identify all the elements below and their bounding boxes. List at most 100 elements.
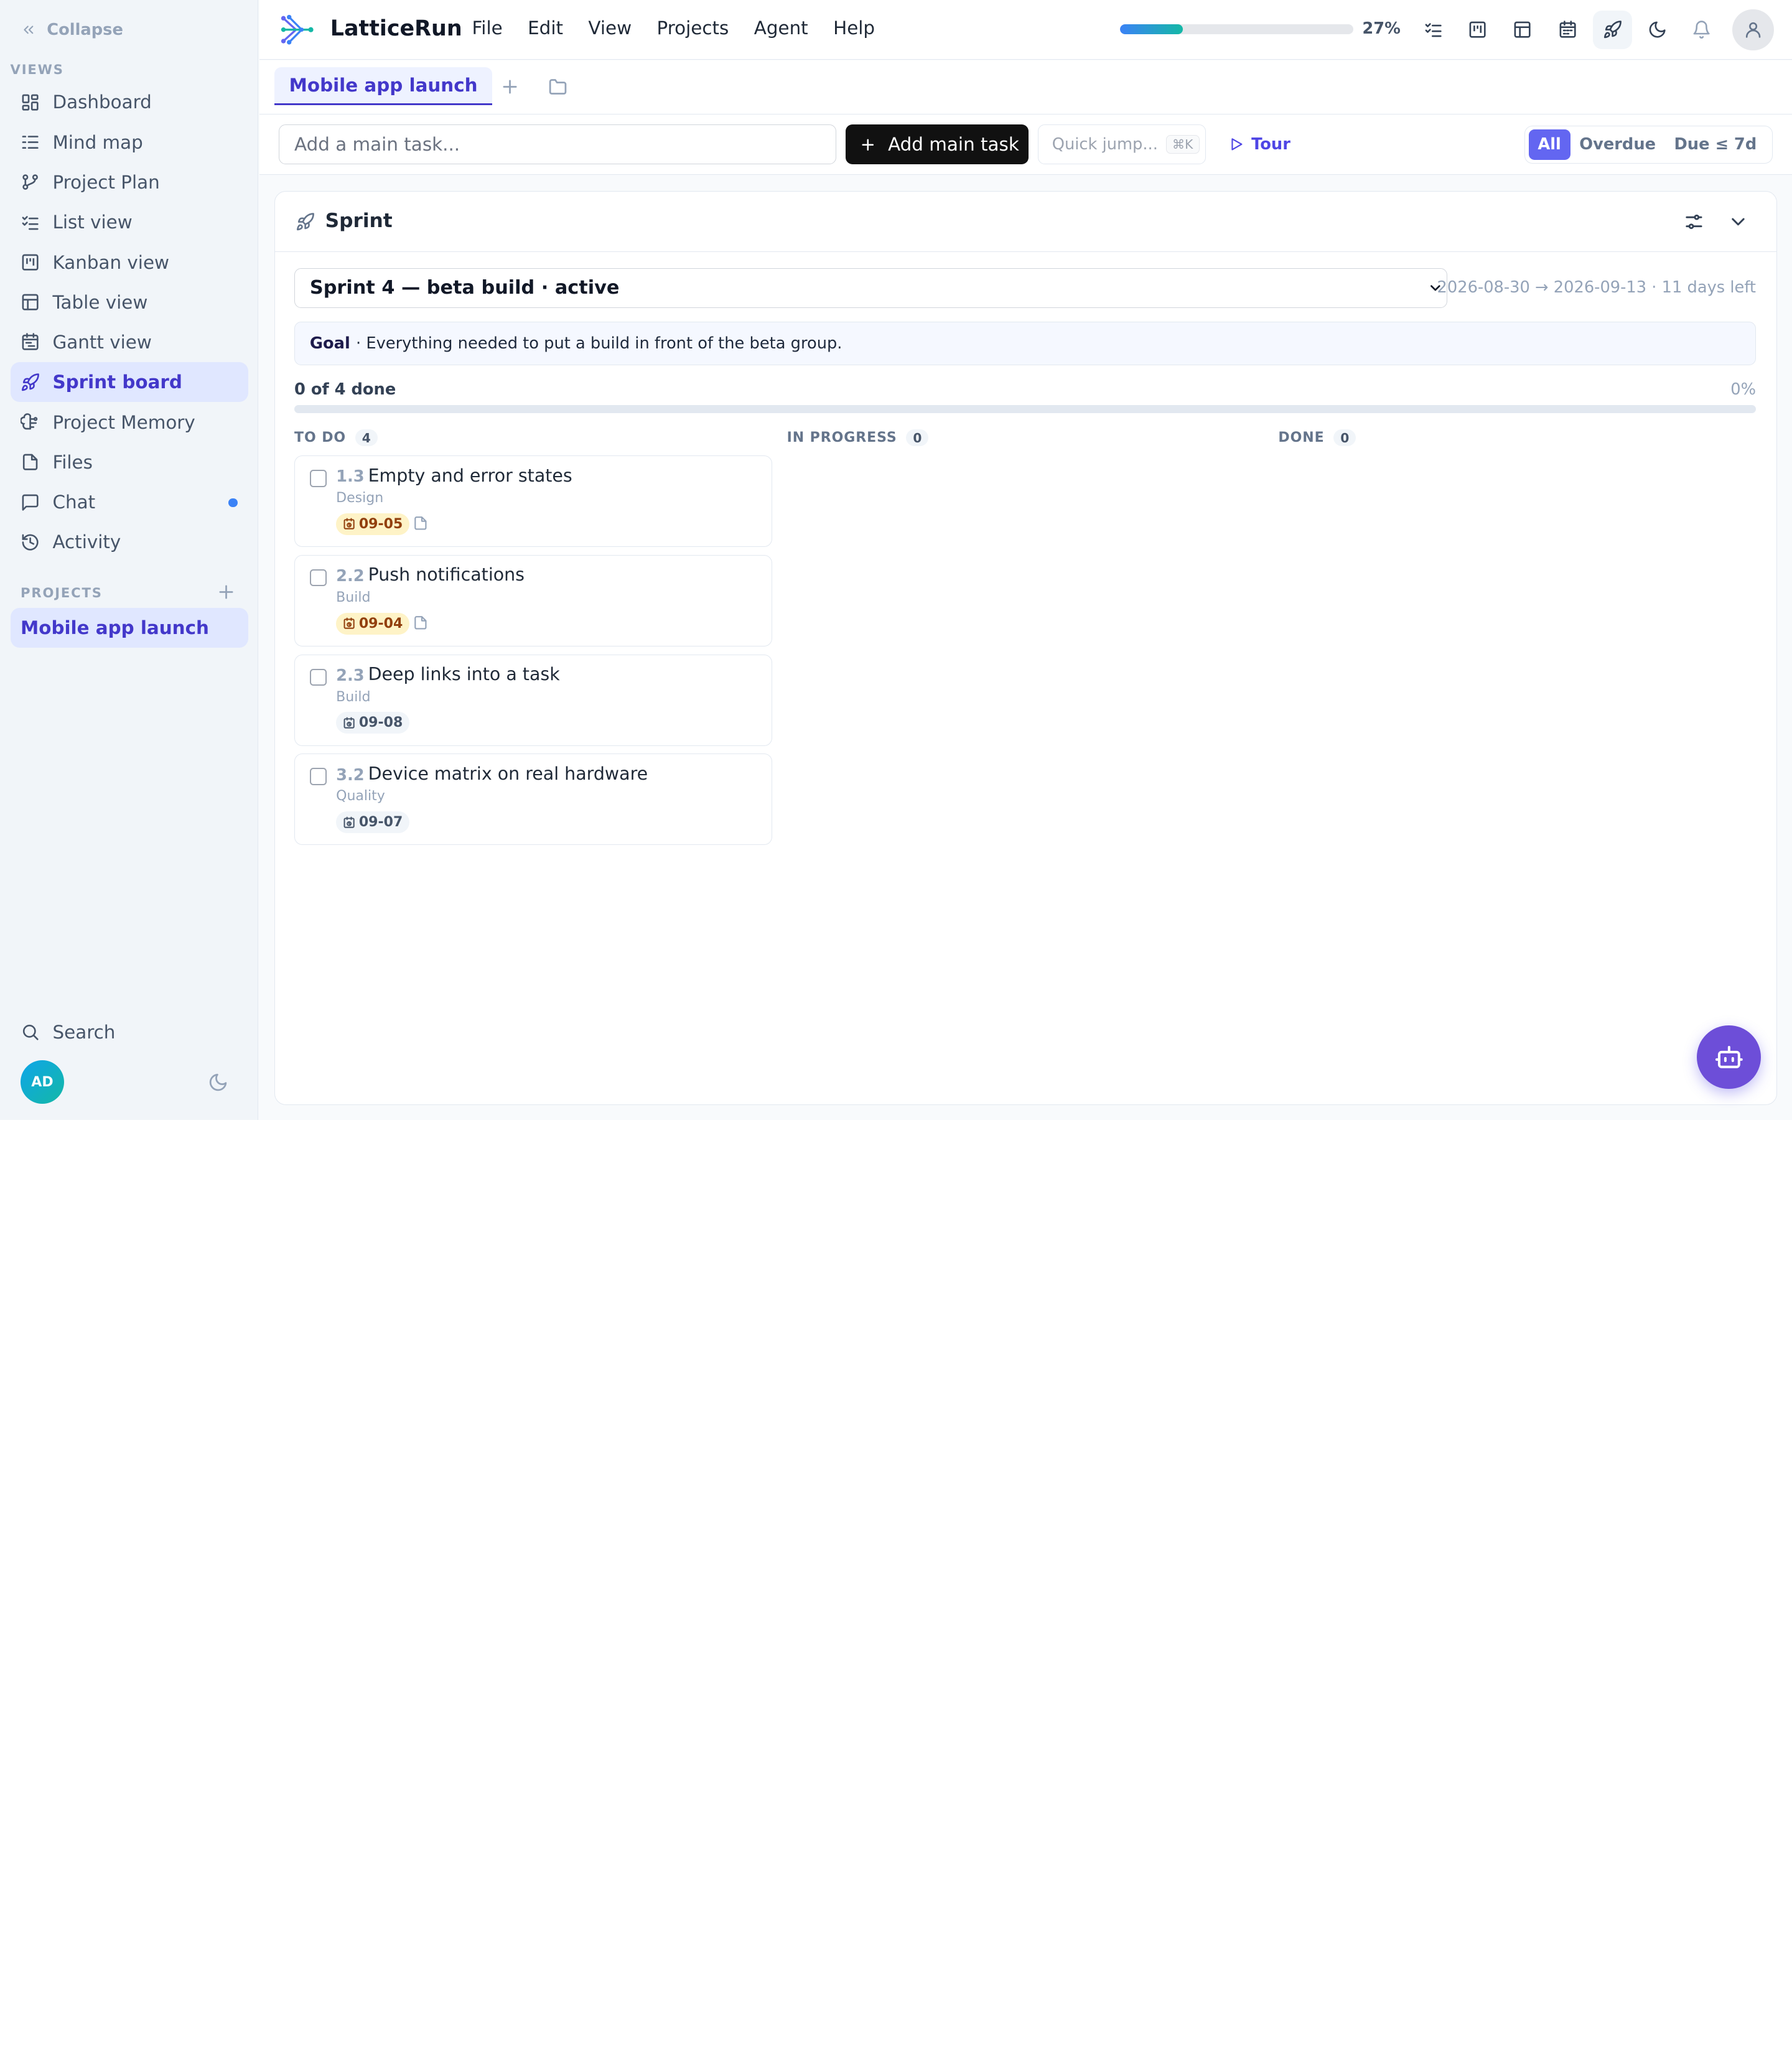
toolbar-tasks-button[interactable]: [1414, 11, 1452, 49]
toolbar-table-button[interactable]: [1503, 11, 1541, 49]
task-checkbox[interactable]: [309, 470, 327, 487]
tab-mobile-app-launch[interactable]: Mobile app launch: [274, 67, 493, 105]
sidebar-item-list-view[interactable]: List view: [11, 202, 248, 242]
task-category: Build: [336, 689, 371, 705]
column-count: 0: [906, 429, 929, 447]
menu-bar: File Edit View Projects Agent Help: [472, 17, 875, 39]
column-header-todo: TO DO 4: [294, 429, 378, 447]
table-icon: [22, 294, 39, 310]
dashboard-icon: [22, 94, 39, 111]
sprint-select[interactable]: Sprint 4 — beta build · active: [294, 268, 1448, 309]
task-card[interactable]: 2.3 Deep links into a task Build 09-08: [294, 654, 772, 746]
toolbar-kanban-button[interactable]: [1458, 11, 1497, 49]
filter-due-7d[interactable]: Due ≤ 7d: [1665, 129, 1766, 161]
due-date-badge: 09-07: [336, 811, 410, 834]
toolbar-calendar-button[interactable]: [1549, 11, 1587, 49]
sidebar-item-sprint-board[interactable]: Sprint board: [10, 362, 248, 403]
task-checkbox[interactable]: [309, 768, 327, 785]
sidebar-item-label: Project Plan: [52, 171, 160, 193]
sidebar-item-mind-map[interactable]: Mind map: [11, 123, 248, 162]
document-icon[interactable]: [413, 515, 429, 531]
sprint-date-range: 2026-08-30 → 2026-09-13 · 11 days left: [1437, 278, 1756, 297]
collapse-button[interactable]: Collapse: [21, 18, 123, 41]
add-main-task-input[interactable]: [279, 124, 837, 165]
sidebar-item-files[interactable]: Files: [11, 442, 248, 482]
sprint-panel-title: Sprint: [325, 210, 393, 233]
toolbar-theme-button[interactable]: [1638, 11, 1676, 49]
sprint-goal: Goal · Everything needed to put a build …: [294, 322, 1757, 365]
toolbar-notifications-button[interactable]: [1682, 11, 1721, 49]
task-id: 2.3: [336, 666, 365, 685]
task-checkbox[interactable]: [309, 569, 327, 587]
sidebar-item-dashboard[interactable]: Dashboard: [11, 82, 248, 122]
task-title: Device matrix on real hardware: [368, 763, 648, 785]
chevron-down-icon[interactable]: [1727, 211, 1749, 233]
task-id: 3.2: [336, 765, 365, 785]
sidebar-item-kanban-view[interactable]: Kanban view: [11, 242, 248, 282]
folder-icon[interactable]: [548, 77, 568, 97]
sidebar-item-activity[interactable]: Activity: [11, 522, 248, 562]
sidebar: Collapse VIEWS Dashboard Mind map Projec…: [0, 0, 259, 1120]
quick-jump-button[interactable]: Quick jump... ⌘K: [1037, 124, 1206, 165]
rocket-icon: [21, 373, 39, 391]
tour-label: Tour: [1251, 134, 1290, 154]
list-view-icon: [22, 215, 39, 230]
kanban-icon: [1469, 21, 1486, 38]
task-category: Design: [336, 490, 384, 506]
due-date-text: 09-07: [358, 814, 403, 831]
task-card[interactable]: 2.2 Push notifications Build 09-04: [294, 554, 772, 646]
menu-agent[interactable]: Agent: [754, 17, 808, 39]
quick-jump-label: Quick jump...: [1052, 135, 1158, 154]
add-tab-icon[interactable]: [500, 77, 520, 97]
add-project-icon[interactable]: [216, 582, 236, 602]
due-date-badge: 09-05: [336, 513, 410, 535]
menu-view[interactable]: View: [588, 17, 632, 39]
add-main-task-button[interactable]: Add main task: [846, 124, 1029, 165]
sidebar-item-label: Files: [52, 451, 93, 473]
sidebar-item-table-view[interactable]: Table view: [11, 282, 248, 322]
task-checkbox[interactable]: [309, 668, 327, 686]
account-button[interactable]: [1732, 9, 1774, 50]
task-card[interactable]: 1.3 Empty and error states Design 09-05: [294, 455, 772, 547]
sliders-icon[interactable]: [1683, 211, 1705, 233]
column-label: TO DO: [294, 430, 347, 446]
filter-overdue[interactable]: Overdue: [1570, 129, 1665, 161]
gantt-icon: [22, 333, 39, 351]
project-progress-label: 27%: [1362, 19, 1401, 39]
calendar-icon: [1559, 21, 1576, 38]
sidebar-item-project-memory[interactable]: Project Memory: [11, 402, 248, 442]
kanban-icon: [22, 254, 39, 271]
sidebar-item-label: List view: [52, 212, 133, 233]
agent-assistant-button[interactable]: [1697, 1025, 1762, 1089]
document-icon[interactable]: [413, 615, 429, 631]
due-date-badge: 09-08: [336, 712, 410, 734]
menu-help[interactable]: Help: [833, 17, 875, 39]
moon-icon[interactable]: [208, 1072, 228, 1093]
calendar-clock-icon: [343, 816, 355, 828]
plus-icon: [862, 139, 874, 151]
filter-all[interactable]: All: [1528, 129, 1570, 161]
sidebar-item-label: Activity: [52, 531, 121, 553]
menu-edit[interactable]: Edit: [528, 17, 563, 39]
toolbar-sprint-button[interactable]: [1593, 10, 1632, 49]
sidebar-item-chat[interactable]: Chat: [11, 482, 248, 522]
rocket-icon: [296, 213, 314, 231]
sidebar-search-button[interactable]: Search: [21, 1022, 115, 1043]
moon-icon: [1649, 21, 1666, 38]
task-card[interactable]: 3.2 Device matrix on real hardware Quali…: [294, 753, 772, 846]
tour-button[interactable]: Tour: [1228, 135, 1290, 154]
sidebar-item-label: Gantt view: [52, 332, 152, 353]
rocket-icon: [1603, 21, 1622, 39]
sidebar-item-project-plan[interactable]: Project Plan: [11, 162, 248, 202]
user-icon: [1745, 22, 1761, 38]
sidebar-item-gantt-view[interactable]: Gantt view: [11, 322, 248, 362]
robot-icon: [1715, 1046, 1743, 1068]
unread-dot: [228, 498, 238, 508]
due-date-text: 09-05: [358, 516, 403, 532]
app-title: LatticeRun: [330, 16, 462, 41]
sidebar-item-label: Mind map: [52, 131, 143, 153]
project-item-mobile-app-launch[interactable]: Mobile app launch: [10, 608, 248, 648]
user-avatar[interactable]: AD: [21, 1060, 64, 1104]
menu-file[interactable]: File: [472, 17, 503, 39]
menu-projects[interactable]: Projects: [657, 17, 729, 39]
